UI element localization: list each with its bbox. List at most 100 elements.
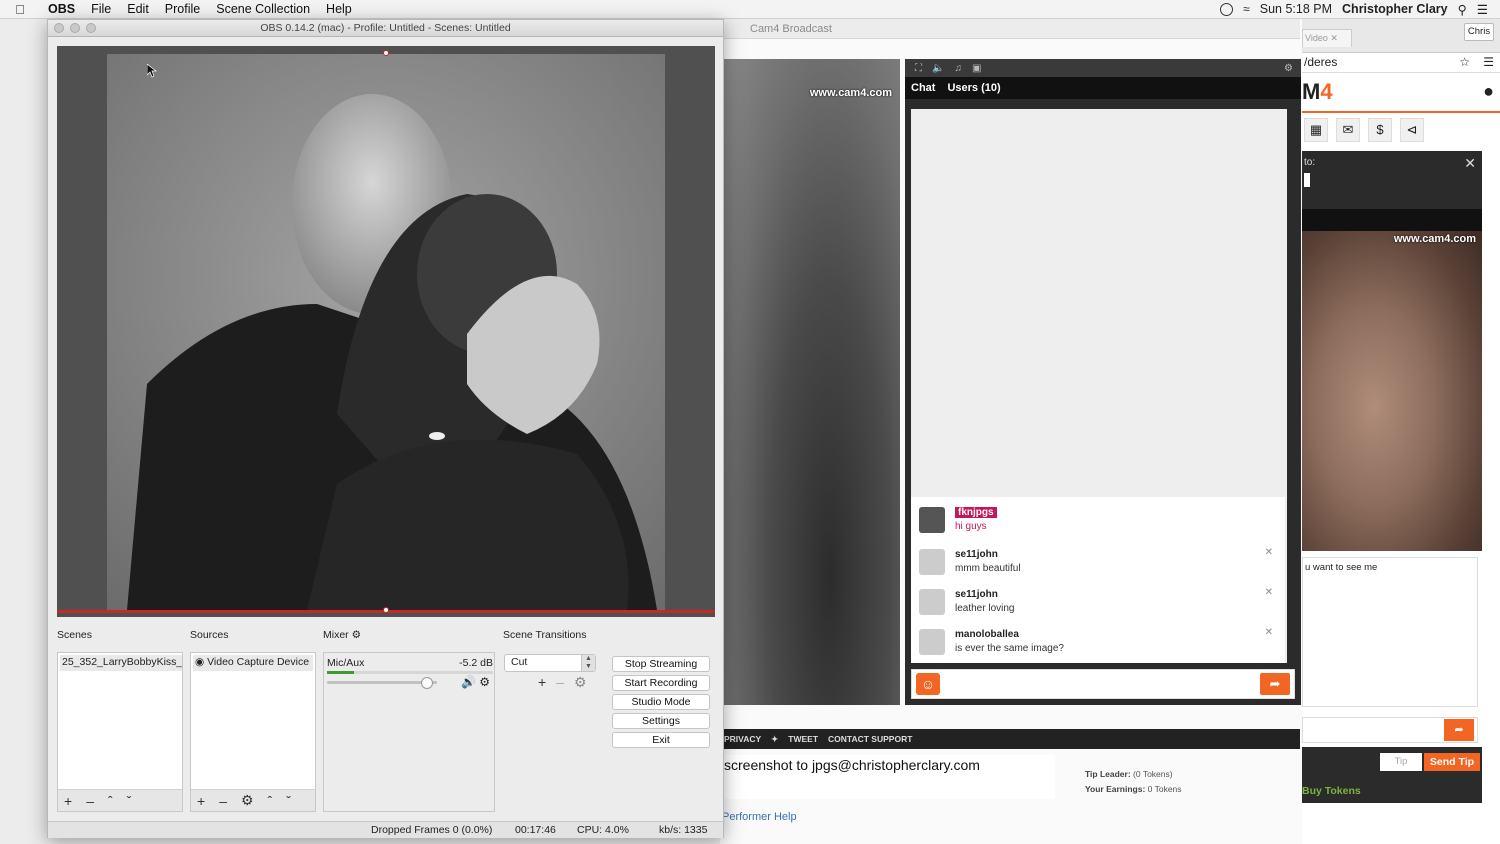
menu-file[interactable]: File <box>83 2 119 16</box>
message-user[interactable]: se11john <box>955 549 998 560</box>
user-name[interactable]: Christopher Clary <box>1342 2 1448 16</box>
menu-icon[interactable]: ☰ <box>1483 55 1494 69</box>
star-icon[interactable]: ☆ <box>1459 55 1470 69</box>
fullscreen-icon[interactable]: ⛶ <box>915 63 922 74</box>
transition-value: Cut <box>511 656 528 668</box>
gear-icon[interactable]: ⚙ <box>479 675 490 689</box>
apple-icon[interactable]:  <box>0 2 40 17</box>
gear-icon[interactable]: ⚙ <box>574 674 587 691</box>
source-item-label: Video Capture Device <box>207 656 310 668</box>
url-text: /deres <box>1304 55 1338 69</box>
speaker-icon[interactable]: 🔈 <box>932 63 944 74</box>
avatar[interactable] <box>919 629 945 655</box>
menu-edit[interactable]: Edit <box>119 2 157 16</box>
bitrate: kb/s: 1335 <box>659 824 708 836</box>
tab-users[interactable]: Users (10) <box>947 82 1000 94</box>
move-down-icon[interactable]: ˇ <box>286 793 291 809</box>
menu-scene-collection[interactable]: Scene Collection <box>208 2 318 16</box>
scene-preview[interactable] <box>57 46 715 617</box>
close-icon[interactable]: ✕ <box>1265 627 1273 638</box>
emoji-icon[interactable]: ☺ <box>916 673 940 695</box>
add-icon[interactable]: + <box>538 674 546 691</box>
scene-item[interactable]: 25_352_LarryBobbyKiss_1 <box>60 655 182 671</box>
chat-message: fknjpgs hi guys <box>911 499 1285 539</box>
message-user[interactable]: fknjpgs <box>955 507 997 518</box>
notification-center-icon[interactable]: ☰ <box>1477 2 1488 17</box>
add-icon[interactable]: + <box>197 793 205 809</box>
send-tip-button[interactable]: Send Tip <box>1424 753 1480 771</box>
to-input[interactable] <box>1304 173 1310 187</box>
close-icon[interactable]: ✕ <box>1265 587 1273 598</box>
move-up-icon[interactable]: ˆ <box>268 793 273 809</box>
minimize-window-button[interactable] <box>70 23 80 33</box>
transition-controls: + – ⚙ <box>538 674 587 691</box>
chat-input[interactable]: ☺ ➦ <box>911 669 1295 699</box>
close-window-button[interactable] <box>54 23 64 33</box>
chat-messages: fknjpgs hi guys se11john mmm beautiful ✕… <box>911 497 1285 663</box>
scenes-dock: 25_352_LarryBobbyKiss_1 + – ˆ ˇ <box>57 652 183 812</box>
wifi-icon[interactable]: ≈ <box>1243 2 1250 16</box>
add-icon[interactable]: + <box>64 793 72 809</box>
eye-icon[interactable]: ◉ <box>195 656 204 668</box>
settings-gear-icon[interactable]: ⚙ <box>1284 63 1293 74</box>
link-contact-support[interactable]: CONTACT SUPPORT <box>828 734 912 744</box>
portrait-photo <box>107 54 665 610</box>
url-bar[interactable]: /deres ☆ ☰ <box>1302 53 1500 73</box>
mixer-gear-icon[interactable]: ⚙ <box>352 629 361 641</box>
dollar-icon[interactable]: $ <box>1368 118 1392 142</box>
tab-chat[interactable]: Chat <box>911 82 935 94</box>
send-arrow-icon[interactable]: ➦ <box>1444 719 1474 741</box>
remove-icon[interactable]: – <box>556 674 564 691</box>
send-arrow-icon[interactable]: ➦ <box>1260 673 1290 695</box>
clock[interactable]: Sun 5:18 PM <box>1260 2 1332 16</box>
share-icon[interactable]: ⊲ <box>1400 118 1424 142</box>
close-icon[interactable]: ✕ <box>1265 547 1273 558</box>
resize-handle-bottom[interactable] <box>383 607 389 613</box>
spotlight-icon[interactable]: ⚲ <box>1458 2 1467 17</box>
menu-profile[interactable]: Profile <box>157 2 208 16</box>
calendar-icon[interactable]: ▦ <box>1304 118 1328 142</box>
studio-mode-button[interactable]: Studio Mode <box>612 694 710 710</box>
scene-transitions-label: Scene Transitions <box>503 629 587 641</box>
speaker-icon[interactable]: 🔊 <box>461 675 476 689</box>
menu-help[interactable]: Help <box>318 2 360 16</box>
sources-toolbar: + – ⚙ ˆ ˇ <box>191 789 315 811</box>
zoom-window-button[interactable] <box>86 23 96 33</box>
tip-input[interactable]: Tip <box>1380 753 1422 771</box>
message-user[interactable]: se11john <box>955 589 998 600</box>
chat-message: se11john leather loving ✕ <box>911 581 1285 621</box>
link-tweet[interactable]: TWEET <box>788 734 818 744</box>
performer-help-link[interactable]: Performer Help <box>722 811 797 823</box>
settings-button[interactable]: Settings <box>612 713 710 729</box>
move-down-icon[interactable]: ˇ <box>127 793 132 809</box>
message-user[interactable]: manoloballea <box>955 629 1019 640</box>
close-icon[interactable]: ✕ <box>1464 155 1476 172</box>
volume-slider-handle[interactable] <box>421 677 434 689</box>
mail-icon[interactable]: ✉ <box>1336 118 1360 142</box>
avatar[interactable] <box>919 549 945 575</box>
menu-app[interactable]: OBS <box>40 2 83 16</box>
move-up-icon[interactable]: ˆ <box>108 793 113 809</box>
resize-handle-top[interactable] <box>383 50 389 56</box>
avatar[interactable] <box>919 507 945 533</box>
transition-select[interactable]: Cut ▲ ▼ <box>504 654 596 672</box>
gear-icon[interactable]: ⚙ <box>241 792 254 809</box>
remove-icon[interactable]: – <box>86 793 94 809</box>
link-privacy[interactable]: PRIVACY <box>724 734 761 744</box>
record-status-icon[interactable] <box>1220 2 1234 16</box>
exit-button[interactable]: Exit <box>612 732 710 748</box>
source-item[interactable]: ◉ Video Capture Device <box>193 655 313 671</box>
account-icon[interactable]: ● <box>1483 81 1494 102</box>
remove-icon[interactable]: – <box>219 793 227 809</box>
macos-menubar:  OBS File Edit Profile Scene Collection… <box>0 0 1500 19</box>
scenes-label: Scenes <box>57 629 93 641</box>
start-recording-button[interactable]: Start Recording <box>612 675 710 691</box>
profile-button[interactable]: Chris <box>1464 23 1494 41</box>
buy-tokens-link[interactable]: Buy Tokens <box>1302 785 1361 797</box>
stop-streaming-button[interactable]: Stop Streaming <box>612 656 710 672</box>
browser-tab[interactable]: Video ✕ <box>1302 29 1352 47</box>
camera-icon[interactable]: ▣ <box>972 63 981 74</box>
avatar[interactable] <box>919 589 945 615</box>
obs-status-bar: Dropped Frames 0 (0.0%) 00:17:46 CPU: 4.… <box>48 821 723 838</box>
music-icon[interactable]: ♫ <box>954 63 962 74</box>
